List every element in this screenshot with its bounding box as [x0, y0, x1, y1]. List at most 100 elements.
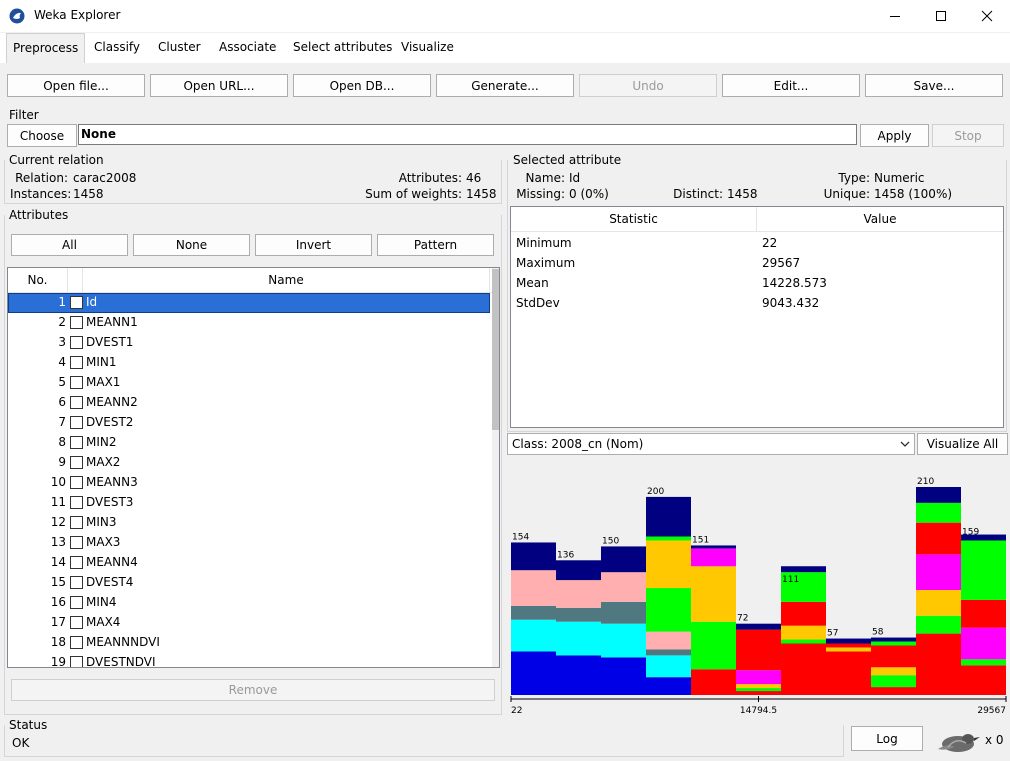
tab-classify[interactable]: Classify	[88, 33, 146, 63]
pattern-button[interactable]: Pattern	[377, 234, 494, 256]
log-button[interactable]: Log	[851, 726, 923, 751]
undo-button[interactable]: Undo	[579, 74, 717, 97]
row-checkbox[interactable]	[70, 616, 83, 629]
table-row[interactable]: 1 Id	[8, 293, 490, 313]
maximize-button[interactable]	[918, 0, 964, 32]
row-checkbox[interactable]	[70, 556, 83, 569]
row-checkbox[interactable]	[70, 436, 83, 449]
attribute-name: MIN4	[86, 595, 117, 609]
select-none-button[interactable]: None	[133, 234, 250, 256]
stat-row[interactable]: StdDev 9043.432	[511, 293, 1003, 313]
stat-row[interactable]: Minimum 22	[511, 233, 1003, 253]
statistics-table[interactable]: Statistic Value Minimum 22 Maximum 29567 Mea…	[510, 206, 1004, 428]
histogram-bar-segment	[916, 502, 961, 523]
tab-select-attributes[interactable]: Select attributes	[287, 33, 398, 63]
stop-button[interactable]: Stop	[932, 124, 1004, 147]
stat-value: 14228.573	[762, 276, 827, 290]
class-histogram[interactable]: 154 136 150 200 151 72 111 57 58 210 159 22 14794.5 2…	[506, 457, 1010, 719]
col-name-header[interactable]: Name	[83, 268, 490, 293]
table-row[interactable]: 17 MAX4	[8, 613, 490, 633]
table-row[interactable]: 15 DVEST4	[8, 573, 490, 593]
row-checkbox[interactable]	[70, 296, 83, 309]
statistic-column-header[interactable]: Statistic	[511, 207, 757, 232]
table-row[interactable]: 3 DVEST1	[8, 333, 490, 353]
row-checkbox[interactable]	[70, 376, 83, 389]
attributes-key: Attributes:	[398, 171, 462, 185]
row-checkbox[interactable]	[70, 576, 83, 589]
row-number: 1	[58, 295, 66, 309]
table-row[interactable]: 13 MAX3	[8, 533, 490, 553]
table-row[interactable]: 10 MEANN3	[8, 473, 490, 493]
apply-button[interactable]: Apply	[860, 124, 929, 147]
table-row[interactable]: 18 MEANNNDVI	[8, 633, 490, 653]
row-checkbox[interactable]	[70, 396, 83, 409]
weka-bird-status-icon[interactable]	[934, 731, 980, 755]
choose-filter-button[interactable]: Choose	[7, 124, 77, 147]
row-checkbox[interactable]	[70, 656, 83, 667]
invert-button[interactable]: Invert	[255, 234, 372, 256]
status-panel	[4, 725, 844, 757]
stat-row[interactable]: Maximum 29567	[511, 253, 1003, 273]
histogram-bar-segment	[961, 627, 1006, 660]
tab-preprocess[interactable]: Preprocess	[6, 33, 86, 63]
tab-visualize[interactable]: Visualize	[395, 33, 460, 63]
row-checkbox[interactable]	[70, 356, 83, 369]
col-check-header[interactable]	[68, 268, 83, 293]
open-file-button[interactable]: Open file...	[7, 74, 145, 97]
open-url-button[interactable]: Open URL...	[150, 74, 288, 97]
table-row[interactable]: 9 MAX2	[8, 453, 490, 473]
stat-value: 9043.432	[762, 296, 820, 310]
attributes-scroll-thumb[interactable]	[492, 269, 499, 430]
row-checkbox[interactable]	[70, 596, 83, 609]
table-row[interactable]: 4 MIN1	[8, 353, 490, 373]
histogram-bar-segment	[601, 657, 646, 695]
filter-field[interactable]: None	[78, 124, 857, 145]
attributes-table[interactable]: No. Name 1 Id 2 MEANN1 3 DVEST1 4 MIN1 5 MAX1 6 MEA…	[7, 267, 500, 668]
table-row[interactable]: 16 MIN4	[8, 593, 490, 613]
table-row[interactable]: 6 MEANN2	[8, 393, 490, 413]
open-db-button[interactable]: Open DB...	[293, 74, 431, 97]
stat-row[interactable]: Mean 14228.573	[511, 273, 1003, 293]
remove-button[interactable]: Remove	[11, 679, 495, 701]
table-row[interactable]: 7 DVEST2	[8, 413, 490, 433]
table-row[interactable]: 8 MIN2	[8, 433, 490, 453]
histogram-bar-segment	[871, 645, 916, 668]
table-row[interactable]: 11 DVEST3	[8, 493, 490, 513]
close-button[interactable]	[964, 0, 1010, 32]
row-number: 2	[58, 315, 66, 329]
histogram-bar-segment	[871, 675, 916, 688]
histogram-bar-segment	[556, 560, 601, 581]
row-checkbox[interactable]	[70, 496, 83, 509]
save-button[interactable]: Save...	[865, 74, 1003, 97]
bin-count-label: 210	[917, 477, 934, 487]
histogram-bar-segment	[511, 651, 556, 695]
class-dropdown[interactable]: Class: 2008_cn (Nom)	[507, 433, 915, 455]
table-row[interactable]: 2 MEANN1	[8, 313, 490, 333]
row-checkbox[interactable]	[70, 516, 83, 529]
row-checkbox[interactable]	[70, 336, 83, 349]
minimize-button[interactable]	[872, 0, 918, 32]
table-row[interactable]: 14 MEANN4	[8, 553, 490, 573]
row-checkbox[interactable]	[70, 476, 83, 489]
row-number: 8	[58, 435, 66, 449]
table-row[interactable]: 5 MAX1	[8, 373, 490, 393]
select-all-button[interactable]: All	[11, 234, 128, 256]
row-checkbox[interactable]	[70, 416, 83, 429]
value-column-header[interactable]: Value	[757, 207, 1003, 232]
row-checkbox[interactable]	[70, 536, 83, 549]
row-checkbox[interactable]	[70, 316, 83, 329]
attribute-name: MEANNNDVI	[86, 635, 160, 649]
row-checkbox[interactable]	[70, 456, 83, 469]
row-number: 11	[50, 495, 66, 509]
row-checkbox[interactable]	[70, 636, 83, 649]
tab-cluster[interactable]: Cluster	[152, 33, 207, 63]
table-row[interactable]: 12 MIN3	[8, 513, 490, 533]
tab-associate[interactable]: Associate	[213, 33, 282, 63]
stat-value: 22	[762, 236, 778, 250]
table-row[interactable]: 19 DVESTNDVI	[8, 653, 490, 667]
visualize-all-button[interactable]: Visualize All	[917, 433, 1008, 455]
generate-button[interactable]: Generate...	[436, 74, 574, 97]
bin-count-label: 159	[962, 528, 979, 538]
col-no-header[interactable]: No.	[8, 268, 68, 293]
edit-button[interactable]: Edit...	[722, 74, 860, 97]
